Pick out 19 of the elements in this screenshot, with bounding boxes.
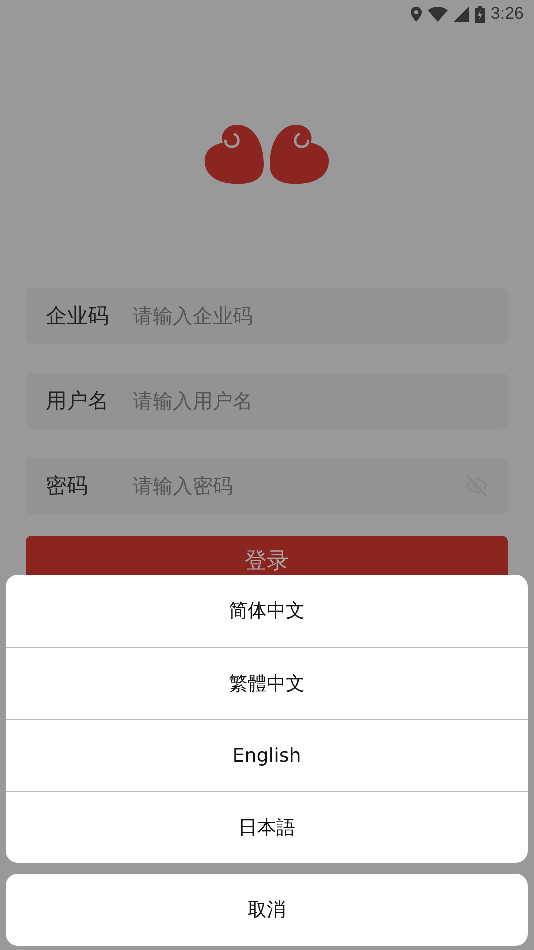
input-field[interactable]: 请输入密码 — [133, 474, 466, 498]
cancel-button[interactable]: 取消 — [6, 874, 528, 946]
input-field[interactable]: 请输入用户名 — [133, 389, 488, 413]
field-label: 密码 — [46, 473, 89, 500]
language-option[interactable]: 繁體中文 — [6, 647, 528, 719]
status-time: 3:26 — [490, 4, 524, 24]
field-label: 企业码 — [46, 303, 110, 330]
input-field[interactable]: 请输入企业码 — [133, 304, 488, 328]
text-field[interactable]: 企业码 请输入企业码 — [26, 288, 508, 344]
text-field[interactable]: 密码 请输入密码 — [26, 458, 508, 514]
field-label: 用户名 — [46, 388, 110, 415]
signal-icon — [454, 6, 469, 22]
wifi-icon — [428, 6, 448, 22]
battery-icon — [474, 6, 485, 22]
location-icon — [410, 6, 422, 22]
logo-icon — [204, 125, 330, 187]
text-field[interactable]: 用户名 请输入用户名 — [26, 373, 508, 429]
language-option[interactable]: 日本語 — [6, 791, 528, 863]
language-option[interactable]: English — [6, 719, 528, 791]
